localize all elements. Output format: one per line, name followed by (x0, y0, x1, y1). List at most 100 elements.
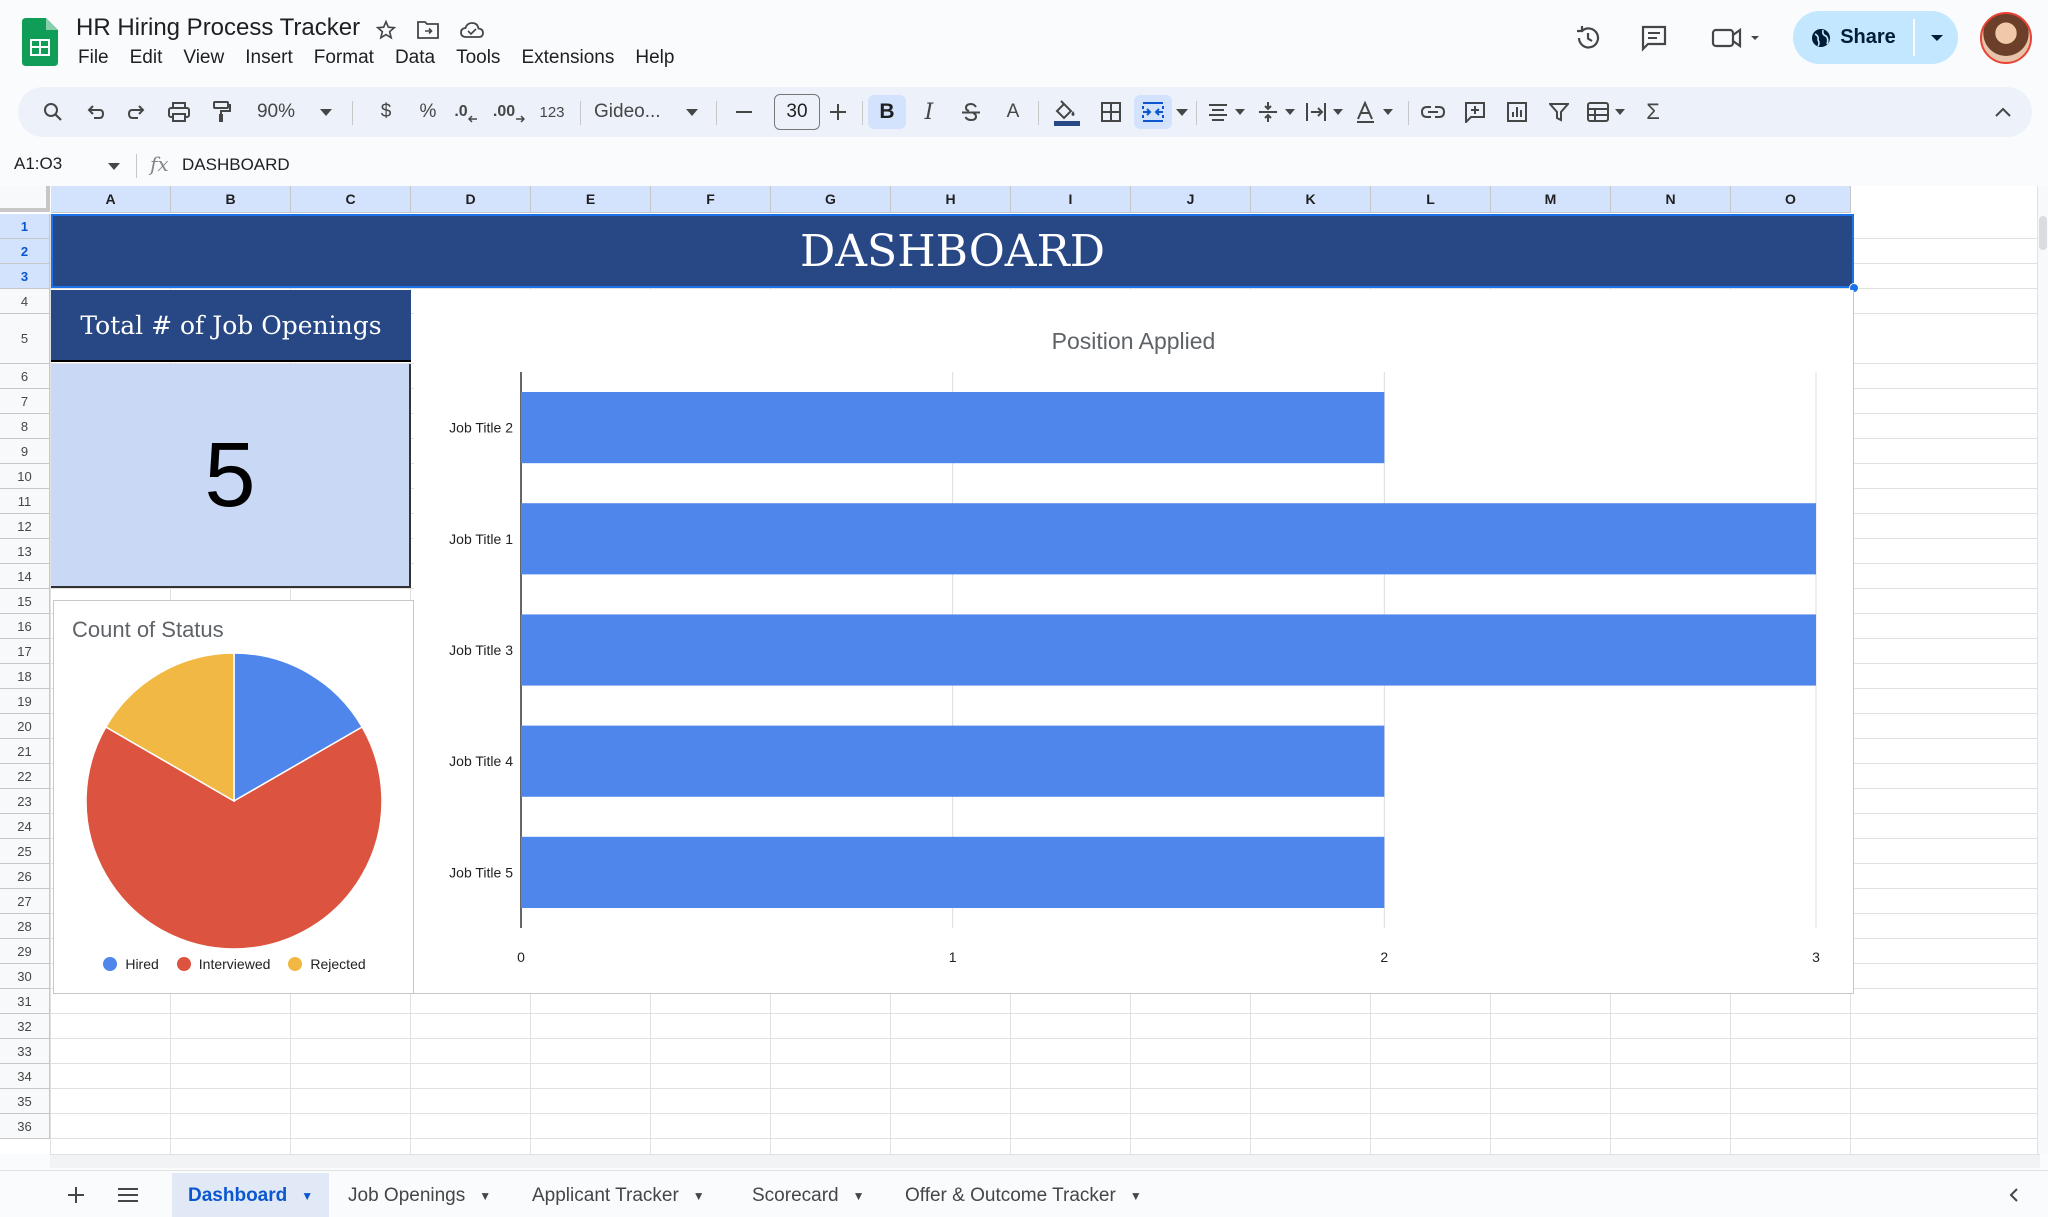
row-header[interactable]: 28 (0, 914, 50, 939)
column-header[interactable]: A (51, 186, 171, 213)
star-icon[interactable] (372, 16, 400, 44)
move-folder-icon[interactable] (414, 16, 442, 44)
insert-link-icon[interactable] (1418, 95, 1448, 129)
menu-insert[interactable]: Insert (245, 47, 293, 69)
row-header[interactable]: 11 (0, 489, 50, 514)
row-header[interactable]: 5 (0, 314, 50, 364)
row-header[interactable]: 34 (0, 1064, 50, 1089)
sheet-tab-chevron-down-icon[interactable]: ▼ (1130, 1189, 1142, 1203)
merge-cells-icon[interactable] (1134, 95, 1172, 129)
row-header[interactable]: 25 (0, 839, 50, 864)
row-header[interactable]: 32 (0, 1014, 50, 1039)
sheets-logo-icon[interactable] (22, 18, 58, 66)
text-color-button[interactable]: A (998, 95, 1028, 129)
vertical-align-icon[interactable] (1254, 95, 1300, 129)
row-header[interactable]: 24 (0, 814, 50, 839)
bar[interactable] (521, 503, 1816, 575)
add-sheet-icon[interactable] (62, 1181, 90, 1209)
sheet-grid[interactable]: ABCDEFGHIJKLMNO 1 2 3 4 5 6 7 8 9 10 11 12 13 14 15 16 1… (0, 186, 2048, 1154)
menu-help[interactable]: Help (635, 47, 674, 69)
column-header[interactable]: H (891, 186, 1011, 213)
bar[interactable] (521, 392, 1385, 464)
row-header[interactable]: 31 (0, 989, 50, 1014)
row-header[interactable]: 1 (0, 214, 50, 239)
column-header[interactable]: G (771, 186, 891, 213)
row-header[interactable]: 29 (0, 939, 50, 964)
text-wrapping-icon[interactable] (1302, 95, 1348, 129)
row-header[interactable]: 19 (0, 689, 50, 714)
row-header[interactable]: 26 (0, 864, 50, 889)
increase-decimal-button[interactable]: .00 (490, 95, 528, 129)
share-button[interactable]: Share (1793, 11, 1958, 64)
row-header[interactable]: 3 (0, 264, 50, 289)
row-header[interactable]: 10 (0, 464, 50, 489)
menu-data[interactable]: Data (395, 47, 435, 69)
row-header[interactable]: 9 (0, 439, 50, 464)
row-header[interactable]: 36 (0, 1114, 50, 1139)
bar[interactable] (521, 725, 1385, 797)
menu-view[interactable]: View (183, 47, 224, 69)
avatar[interactable] (1980, 12, 2032, 64)
zoom-chevron-down-icon[interactable] (318, 95, 334, 129)
row-header[interactable]: 6 (0, 364, 50, 389)
print-icon[interactable] (164, 95, 194, 129)
sheet-tab-chevron-down-icon[interactable]: ▼ (693, 1189, 705, 1203)
italic-button[interactable]: I (914, 95, 944, 129)
menu-extensions[interactable]: Extensions (521, 47, 614, 69)
collapse-toolbar-chevron-up-icon[interactable] (1988, 95, 2018, 129)
filter-icon[interactable] (1544, 95, 1574, 129)
job-openings-title[interactable]: Total # of Job Openings (51, 290, 411, 362)
search-menus-icon[interactable] (38, 95, 68, 129)
sheet-tab[interactable]: Job Openings ▼ (332, 1173, 507, 1217)
sheet-tab-chevron-down-icon[interactable]: ▼ (853, 1189, 865, 1203)
vertical-scrollbar[interactable] (2037, 186, 2048, 1154)
select-all-corner[interactable] (0, 186, 50, 212)
formula-input[interactable]: DASHBOARD (182, 155, 290, 175)
increase-font-size-icon[interactable] (824, 95, 852, 129)
column-header[interactable]: N (1611, 186, 1731, 213)
row-header[interactable]: 18 (0, 664, 50, 689)
decrease-decimal-button[interactable]: .0 (450, 95, 482, 129)
bold-button[interactable]: B (868, 95, 906, 129)
row-header[interactable]: 8 (0, 414, 50, 439)
name-box-chevron-down-icon[interactable] (108, 163, 120, 170)
fill-color-icon[interactable] (1050, 95, 1084, 129)
share-options-chevron-icon[interactable] (1916, 11, 1958, 64)
document-title[interactable]: HR Hiring Process Tracker (76, 14, 360, 42)
row-header[interactable]: 17 (0, 639, 50, 664)
horizontal-align-icon[interactable] (1204, 95, 1250, 129)
row-header[interactable]: 35 (0, 1089, 50, 1114)
sheet-tab-chevron-down-icon[interactable]: ▼ (479, 1189, 491, 1203)
format-percent-button[interactable]: % (416, 95, 440, 129)
column-header[interactable]: C (291, 186, 411, 213)
row-header[interactable]: 16 (0, 614, 50, 639)
column-header[interactable]: E (531, 186, 651, 213)
row-header[interactable]: 27 (0, 889, 50, 914)
horizontal-scrollbar[interactable] (50, 1154, 2040, 1168)
vertical-scroll-thumb[interactable] (2039, 216, 2047, 250)
row-header[interactable]: 30 (0, 964, 50, 989)
merge-chevron-down-icon[interactable] (1174, 95, 1190, 129)
font-chevron-down-icon[interactable] (684, 95, 700, 129)
row-header[interactable]: 20 (0, 714, 50, 739)
comments-icon[interactable] (1634, 18, 1674, 58)
functions-button[interactable]: Σ (1638, 95, 1668, 129)
menu-tools[interactable]: Tools (456, 47, 500, 69)
text-rotation-icon[interactable] (1352, 95, 1398, 129)
font-size-input[interactable]: 30 (774, 94, 820, 130)
sheet-tab[interactable]: Applicant Tracker ▼ (516, 1173, 721, 1217)
menu-file[interactable]: File (78, 47, 109, 69)
decrease-font-size-icon[interactable] (730, 95, 758, 129)
row-header[interactable]: 33 (0, 1039, 50, 1064)
column-header[interactable]: I (1011, 186, 1131, 213)
format-currency-button[interactable]: $ (374, 95, 398, 129)
insert-chart-icon[interactable] (1502, 95, 1532, 129)
sheet-tab-chevron-down-icon[interactable]: ▼ (301, 1189, 313, 1203)
column-header[interactable]: F (651, 186, 771, 213)
more-formats-button[interactable]: 123 (534, 95, 570, 129)
menu-format[interactable]: Format (314, 47, 374, 69)
status-pie-chart[interactable]: Count of Status Hired Interviewed Rejected (53, 600, 414, 994)
bar[interactable] (521, 614, 1816, 686)
cloud-saved-icon[interactable] (458, 16, 486, 44)
borders-icon[interactable] (1096, 95, 1126, 129)
